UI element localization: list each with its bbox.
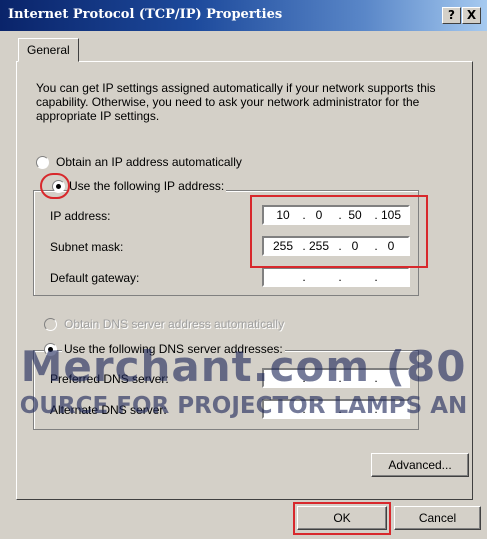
octet-separator: . bbox=[302, 402, 306, 416]
octet-separator: . bbox=[338, 402, 342, 416]
subnet-mask-label: Subnet mask: bbox=[50, 240, 124, 254]
alternate-dns-input[interactable]: . . . bbox=[262, 399, 410, 419]
obtain-dns-auto-radio[interactable] bbox=[44, 318, 57, 331]
preferred-dns-input[interactable]: . . . bbox=[262, 368, 410, 388]
title-bar: Internet Protocol (TCP/IP) Properties ? … bbox=[0, 0, 487, 31]
preferred-dns-label: Preferred DNS server: bbox=[50, 372, 169, 386]
cancel-button[interactable]: Cancel bbox=[394, 506, 481, 530]
octet-separator: . bbox=[338, 371, 342, 385]
octet-separator: . bbox=[374, 402, 378, 416]
help-icon: ? bbox=[448, 8, 455, 22]
close-icon: X bbox=[466, 8, 477, 22]
default-gateway-input[interactable]: . . . bbox=[262, 267, 410, 287]
tab-general-label: General bbox=[27, 43, 70, 57]
help-button[interactable]: ? bbox=[442, 7, 461, 24]
window-title: Internet Protocol (TCP/IP) Properties bbox=[8, 7, 283, 22]
octet-separator: . bbox=[374, 270, 378, 284]
default-gateway-label: Default gateway: bbox=[50, 271, 140, 285]
octet-separator: . bbox=[302, 371, 306, 385]
highlight-ok-button bbox=[293, 502, 391, 535]
alternate-dns-label: Alternate DNS server: bbox=[50, 403, 167, 417]
octet-separator: . bbox=[338, 270, 342, 284]
ip-address-label: IP address: bbox=[50, 209, 111, 223]
advanced-button[interactable]: Advanced... bbox=[371, 453, 469, 477]
use-following-ip-label: Use the following IP address: bbox=[67, 179, 227, 193]
octet-separator: . bbox=[302, 270, 306, 284]
use-following-dns-label: Use the following DNS server addresses: bbox=[62, 342, 285, 356]
use-following-dns-radio[interactable] bbox=[44, 343, 57, 356]
obtain-dns-auto-label: Obtain DNS server address automatically bbox=[64, 317, 285, 331]
octet-separator: . bbox=[374, 371, 378, 385]
obtain-ip-auto-radio[interactable] bbox=[36, 156, 49, 169]
highlight-ip-fields bbox=[250, 195, 428, 268]
obtain-ip-auto-label: Obtain an IP address automatically bbox=[56, 155, 242, 169]
tab-general[interactable]: General bbox=[18, 38, 79, 62]
close-button[interactable]: X bbox=[462, 7, 481, 24]
highlight-ip-radio bbox=[40, 173, 70, 199]
intro-text: You can get IP settings assigned automat… bbox=[36, 81, 436, 123]
